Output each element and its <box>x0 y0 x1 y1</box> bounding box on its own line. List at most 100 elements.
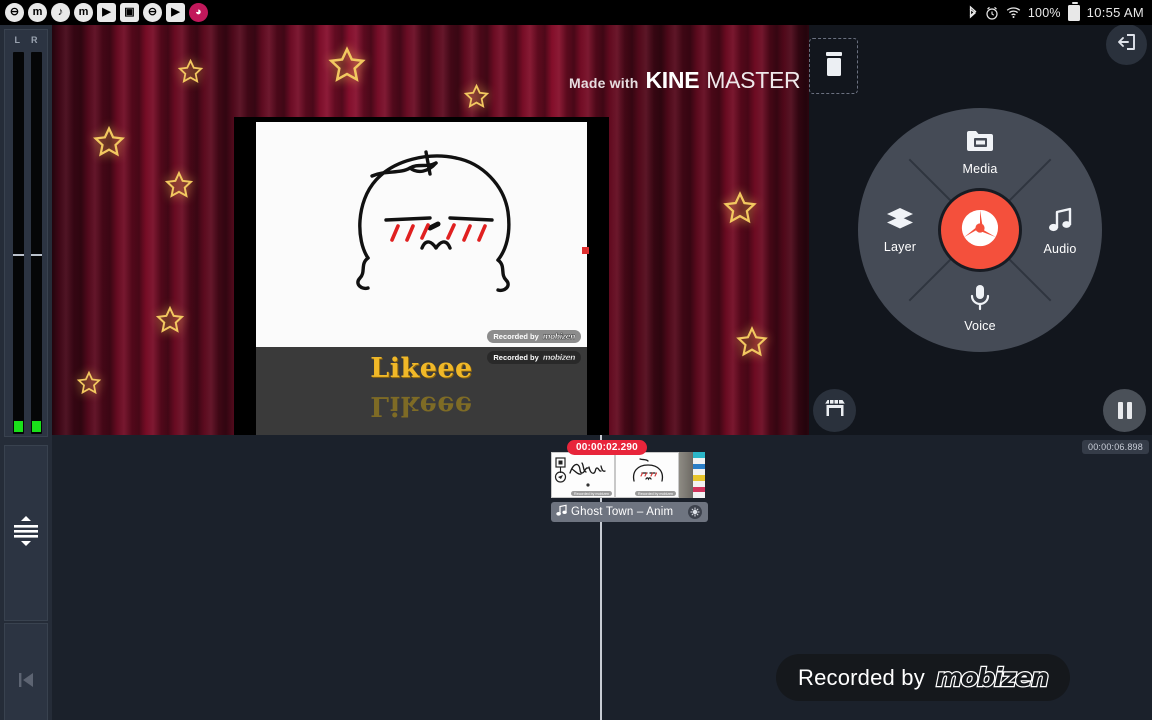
vu-tick-right <box>30 254 42 256</box>
kine-label: KINE <box>645 67 700 93</box>
status-system-icons: 100% 10:55 AM <box>968 2 1152 21</box>
watermark-brand: mobizen <box>935 662 1050 693</box>
music-notification-icon: ♪ <box>51 3 70 22</box>
preview-watermark-lower-brand: mobizen <box>542 353 576 362</box>
pause-icon <box>1117 402 1123 419</box>
table-row[interactable]: Recorded by mobizen <box>551 452 615 498</box>
wheel-item-media-label: Media <box>962 162 998 176</box>
current-time-badge: 00:00:02.290 <box>567 440 647 455</box>
exit-arrow-icon <box>1116 31 1138 58</box>
screenshot-notification-icon: ▣ <box>120 3 139 22</box>
star-icon <box>177 58 204 85</box>
headphones-notification-icon: ◕ <box>189 3 208 22</box>
preview-watermark-brand: mobizen <box>542 332 576 341</box>
star-icon <box>735 325 769 359</box>
face-drawing <box>356 150 511 293</box>
vu-label-right: R <box>31 35 38 45</box>
jump-to-start-button[interactable] <box>4 623 48 720</box>
expand-collapse-icon <box>11 514 41 553</box>
microphone-icon <box>967 283 993 316</box>
total-duration-badge: 00:00:06.898 <box>1082 440 1149 454</box>
action-wheel: Media Layer Audio Voice <box>858 108 1102 352</box>
battery-percent-label: 100% <box>1027 5 1061 20</box>
wheel-item-audio[interactable]: Audio <box>1023 206 1097 256</box>
made-with-label: Made with <box>569 75 639 91</box>
mobizen-notification-icon: m <box>28 3 47 22</box>
folder-media-icon <box>965 128 995 159</box>
skip-to-start-icon <box>15 669 37 696</box>
exit-button[interactable] <box>1106 24 1147 65</box>
star-icon <box>155 305 185 335</box>
vu-level-left <box>13 421 23 432</box>
wheel-item-layer-label: Layer <box>883 240 917 254</box>
left-rail: L R <box>0 25 52 720</box>
video-track[interactable]: Recorded by mobizen Recorded by mobizen <box>551 452 708 498</box>
star-icon <box>92 125 126 159</box>
preview-stage[interactable]: Made with KINE MASTER Recorded by mobize… <box>52 25 809 435</box>
layers-icon <box>885 206 915 237</box>
star-icon <box>164 170 194 200</box>
clip-color-strip[interactable] <box>693 452 705 498</box>
mute-notification-icon: ⊖ <box>5 3 24 22</box>
red-marker-dot <box>582 247 589 254</box>
wheel-item-voice-label: Voice <box>964 319 996 333</box>
clip-watermark-1: Recorded by mobizen <box>571 491 612 496</box>
vu-channel-labels: L R <box>5 30 47 45</box>
pause-button[interactable] <box>1103 389 1146 432</box>
wheel-item-voice[interactable]: Voice <box>943 283 1017 333</box>
wheel-item-audio-label: Audio <box>1043 242 1077 256</box>
kinemaster-watermark: Made with KINE MASTER <box>569 67 801 94</box>
preview-watermark-inner: Recorded by mobizen <box>487 330 581 343</box>
title-card-area: Likeee Likeee Recorded by mobizen <box>256 347 587 435</box>
kinemaster-editor-screen: ⊖ m ♪ m ▶ ▣ ⊖ ▶ ◕ 100% 10:55 AM L R Made… <box>0 0 1152 720</box>
youtube-notification-icon-2: ▶ <box>166 3 185 22</box>
vu-bar-right <box>30 52 42 434</box>
bluetooth-icon <box>968 5 978 20</box>
alarm-icon <box>985 6 999 20</box>
clip-watermark-2: Recorded by mobizen <box>635 491 676 496</box>
preview-watermark-label: Recorded by <box>493 332 539 341</box>
music-note-icon <box>556 503 567 521</box>
vu-bar-left <box>12 52 24 434</box>
status-notification-icons: ⊖ m ♪ m ▶ ▣ ⊖ ▶ ◕ <box>0 3 208 22</box>
asset-store-button[interactable] <box>813 389 856 432</box>
music-note-icon <box>1046 206 1074 239</box>
vu-label-left: L <box>14 35 21 45</box>
master-label: MASTER <box>706 67 801 93</box>
audio-clip-label: Ghost Town – Anim <box>571 506 674 518</box>
star-icon <box>76 370 102 396</box>
clock-label: 10:55 AM <box>1086 5 1144 20</box>
mute-notification-icon-2: ⊖ <box>143 3 162 22</box>
vu-level-right <box>31 421 41 432</box>
wifi-icon <box>1006 6 1021 19</box>
drawing-canvas: Recorded by mobizen <box>256 122 587 347</box>
preview-watermark-lower-label: Recorded by <box>493 353 539 362</box>
clip-transition[interactable] <box>679 452 693 498</box>
mobizen-notification-icon-2: m <box>74 3 93 22</box>
camera-shutter-icon <box>959 207 1001 254</box>
audio-vu-meter: L R <box>4 29 48 437</box>
video-preview-frame[interactable]: Recorded by mobizen Likeee Likeee Record… <box>234 117 609 435</box>
battery-icon <box>1067 2 1080 21</box>
star-icon <box>722 190 758 226</box>
expand-timeline-button[interactable] <box>4 445 48 621</box>
vu-tick-left <box>12 254 24 256</box>
android-status-bar: ⊖ m ♪ m ▶ ▣ ⊖ ▶ ◕ 100% 10:55 AM <box>0 0 1152 25</box>
store-front-icon <box>823 397 847 424</box>
audio-clip-options-button[interactable] <box>688 505 702 519</box>
wheel-item-layer[interactable]: Layer <box>863 206 937 254</box>
table-row[interactable]: Recorded by mobizen <box>615 452 679 498</box>
watermark-label: Recorded by <box>798 664 925 690</box>
vu-bars <box>5 52 49 434</box>
audio-track-clip[interactable]: Ghost Town – Anim <box>551 502 708 522</box>
star-icon <box>327 45 367 85</box>
trash-drop-zone[interactable] <box>809 38 858 94</box>
trash-can-icon <box>821 49 847 84</box>
capture-button[interactable] <box>938 188 1022 272</box>
pause-icon-bar-2 <box>1126 402 1132 419</box>
star-icon <box>463 83 490 110</box>
preview-watermark-lower: Recorded by mobizen <box>487 351 581 364</box>
youtube-notification-icon: ▶ <box>97 3 116 22</box>
wheel-item-media[interactable]: Media <box>943 128 1017 176</box>
mobizen-watermark: Recorded by mobizen <box>776 654 1070 701</box>
